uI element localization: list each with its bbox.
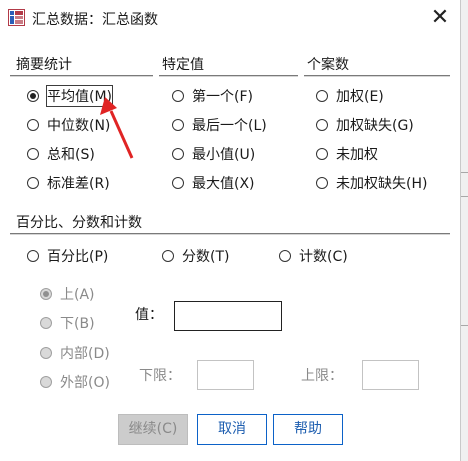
radio-unweighted-missing-label: 未加权缺失(H) (336, 176, 428, 192)
radio-outside-label: 外部(O) (60, 375, 110, 391)
radio-sum[interactable]: 总和(S) (27, 143, 95, 165)
cancel-button[interactable]: 取消 (197, 414, 267, 445)
radio-std-dev-label: 标准差(R) (47, 176, 110, 192)
radio-unweighted-missing-indicator (316, 177, 328, 189)
edge-mark (461, 196, 468, 197)
background-window-edge (461, 0, 468, 461)
radio-maximum-indicator (172, 177, 184, 189)
summary-functions-dialog: 汇总数据：汇总函数 ✕ 摘要统计 平均值(M) 中位数(N) 总和(S) 标准差… (0, 0, 461, 461)
edge-mark (461, 325, 468, 326)
radio-weighted-indicator (316, 90, 328, 102)
summary-stats-divider-shadow (10, 76, 153, 77)
radio-unweighted-indicator (316, 148, 328, 160)
radio-inside-label: 内部(D) (60, 346, 110, 362)
radio-mean[interactable]: 平均值(M) (27, 85, 114, 107)
radio-sum-indicator (27, 148, 39, 160)
radio-above-indicator (40, 288, 52, 300)
percent-section-heading: 百分比、分数和计数 (16, 215, 142, 231)
cases-heading: 个案数 (307, 57, 349, 73)
radio-std-dev[interactable]: 标准差(R) (27, 172, 110, 194)
radio-percentage-indicator (27, 250, 39, 262)
radio-minimum-indicator (172, 148, 184, 160)
radio-below[interactable]: 下(B) (40, 312, 95, 334)
radio-count-label: 计数(C) (299, 249, 348, 265)
radio-weighted-missing[interactable]: 加权缺失(G) (316, 114, 414, 136)
radio-above[interactable]: 上(A) (40, 283, 95, 305)
radio-last[interactable]: 最后一个(L) (172, 114, 267, 136)
radio-maximum-label: 最大值(X) (192, 176, 255, 192)
radio-fraction[interactable]: 分数(T) (162, 245, 229, 267)
value-input[interactable] (174, 301, 282, 331)
summary-stats-heading: 摘要统计 (16, 57, 72, 73)
edge-mark (461, 172, 468, 173)
lower-limit-label: 下限： (139, 368, 181, 384)
radio-unweighted[interactable]: 未加权 (316, 143, 378, 165)
radio-minimum[interactable]: 最小值(U) (172, 143, 255, 165)
radio-first[interactable]: 第一个(F) (172, 85, 253, 107)
radio-count-indicator (279, 250, 291, 262)
radio-fraction-label: 分数(T) (182, 249, 230, 265)
upper-limit-label: 上限： (301, 368, 343, 384)
radio-first-label: 第一个(F) (192, 89, 253, 105)
app-icon (8, 9, 25, 26)
radio-median-label: 中位数(N) (47, 118, 111, 134)
radio-below-label: 下(B) (60, 316, 95, 332)
specific-values-heading: 特定值 (162, 57, 204, 73)
lower-limit-input[interactable] (197, 360, 254, 390)
radio-outside[interactable]: 外部(O) (40, 371, 110, 393)
radio-std-dev-indicator (27, 177, 39, 189)
radio-inside-indicator (40, 347, 52, 359)
radio-sum-label: 总和(S) (47, 147, 95, 163)
radio-median[interactable]: 中位数(N) (27, 114, 110, 136)
radio-first-indicator (172, 90, 184, 102)
radio-count[interactable]: 计数(C) (279, 245, 348, 267)
continue-button[interactable]: 继续(C) (118, 414, 188, 445)
radio-mean-indicator (27, 90, 39, 102)
radio-weighted-missing-label: 加权缺失(G) (336, 118, 414, 134)
radio-minimum-label: 最小值(U) (192, 147, 256, 163)
window-title: 汇总数据：汇总函数 (32, 12, 158, 28)
radio-mean-label: 平均值(M) (45, 85, 114, 107)
radio-last-label: 最后一个(L) (192, 118, 267, 134)
radio-unweighted-label: 未加权 (336, 147, 378, 163)
radio-inside[interactable]: 内部(D) (40, 342, 110, 364)
cases-divider-shadow (304, 76, 450, 77)
radio-percentage[interactable]: 百分比(P) (27, 245, 108, 267)
radio-fraction-indicator (162, 250, 174, 262)
upper-limit-input[interactable] (362, 360, 419, 390)
radio-below-indicator (40, 317, 52, 329)
title-bar: 汇总数据：汇总函数 ✕ (0, 0, 460, 36)
percent-section-divider-shadow (10, 234, 450, 235)
radio-outside-indicator (40, 376, 52, 388)
radio-weighted[interactable]: 加权(E) (316, 85, 384, 107)
radio-above-label: 上(A) (60, 287, 95, 303)
radio-weighted-missing-indicator (316, 119, 328, 131)
radio-percentage-label: 百分比(P) (47, 249, 109, 265)
help-button[interactable]: 帮助 (273, 414, 343, 445)
radio-maximum[interactable]: 最大值(X) (172, 172, 255, 194)
radio-weighted-label: 加权(E) (336, 89, 384, 105)
close-icon[interactable]: ✕ (423, 2, 457, 34)
radio-unweighted-missing[interactable]: 未加权缺失(H) (316, 172, 427, 194)
radio-median-indicator (27, 119, 39, 131)
value-label: 值： (135, 307, 163, 323)
radio-last-indicator (172, 119, 184, 131)
specific-values-divider-shadow (159, 76, 298, 77)
